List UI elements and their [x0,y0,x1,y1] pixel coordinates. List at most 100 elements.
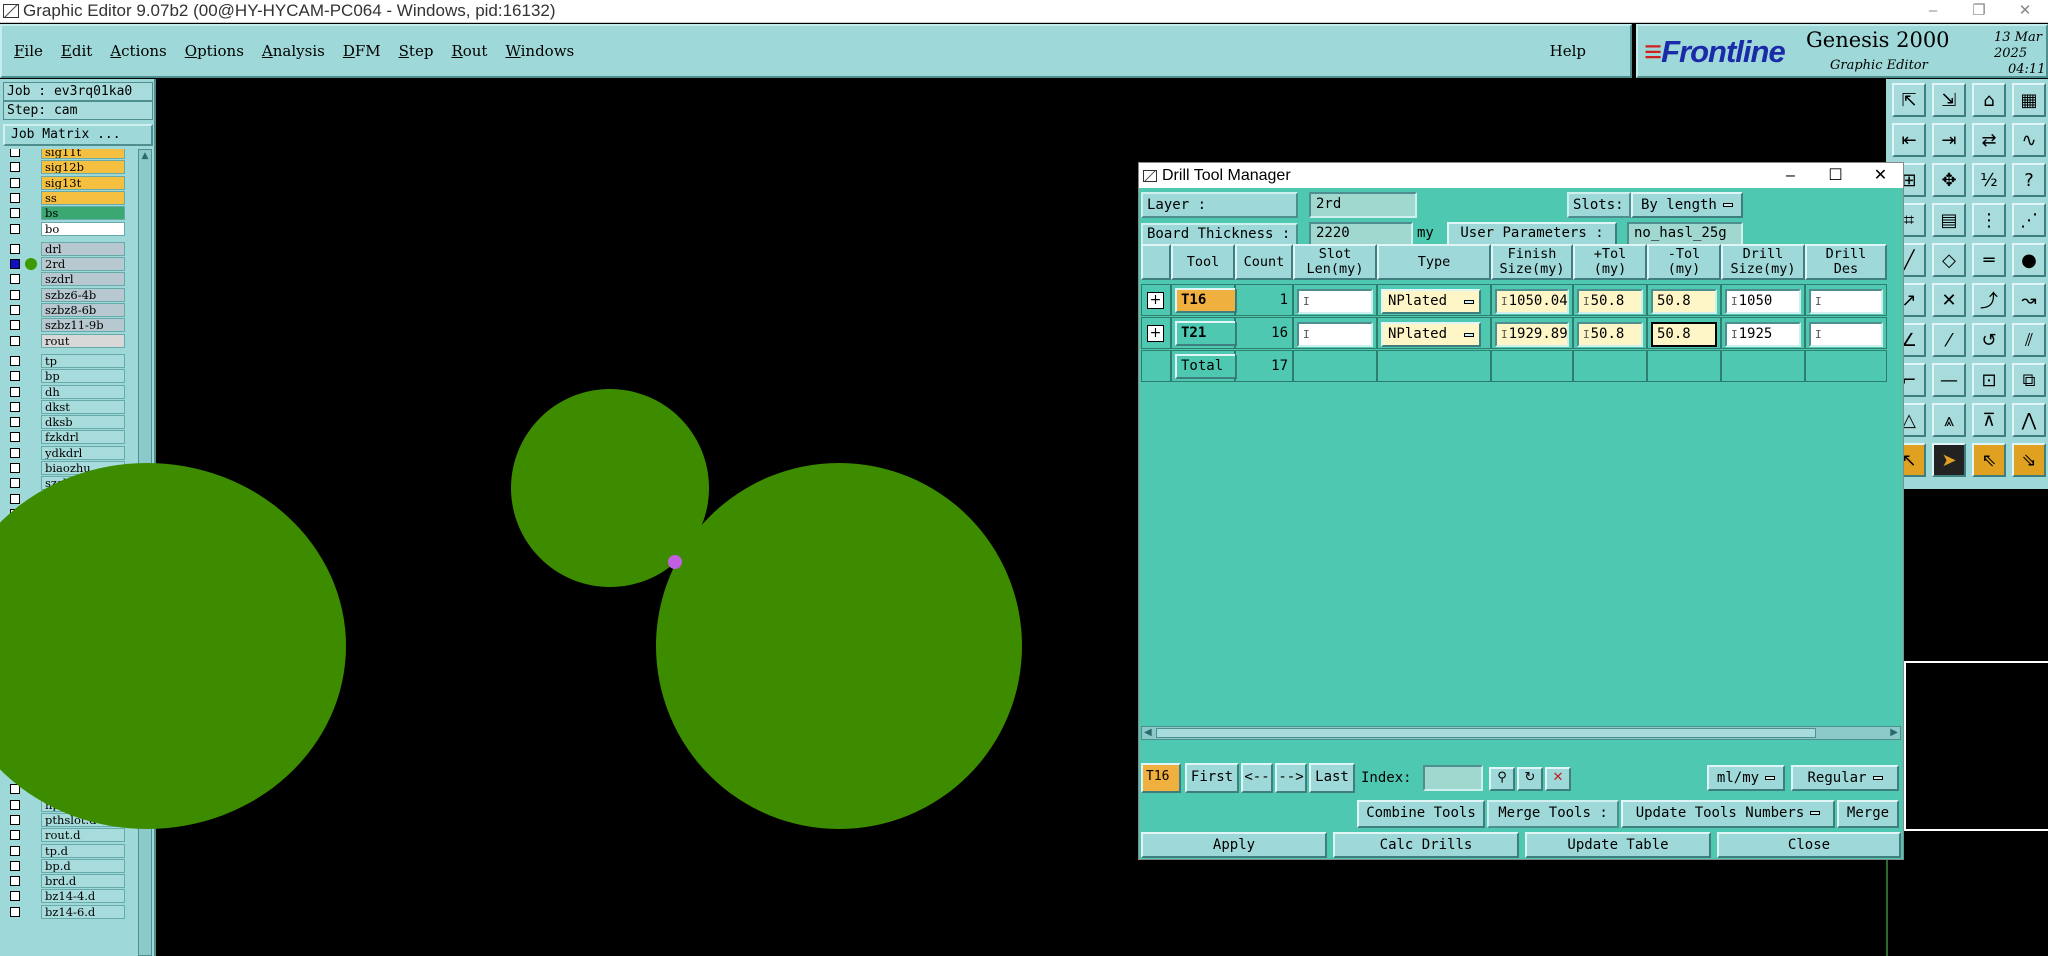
slot-len-field[interactable] [1297,289,1373,314]
apply-button[interactable]: Apply [1141,832,1327,858]
drill-size-field[interactable]: 1050 [1725,289,1801,314]
pointer3-icon[interactable]: ⇘ [2012,443,2046,477]
merge-tools-dropdown[interactable]: Update Tools Numbers [1621,800,1835,828]
layer-checkbox[interactable] [10,432,20,443]
layer-checkbox[interactable] [10,335,20,346]
layer-checkbox[interactable] [10,860,20,871]
column-header[interactable]: Drill Des [1805,244,1887,280]
layer-name[interactable]: ydkdrl [41,445,125,460]
layer-checkbox[interactable] [10,243,20,254]
layer-name[interactable]: sig13t [41,175,125,190]
ruler-icon[interactable]: ═ [1972,243,2006,277]
home-icon[interactable]: ⌂ [1972,83,2006,117]
column-header[interactable]: -Tol (my) [1647,244,1721,280]
menu-file[interactable]: File [14,42,43,60]
layer-name[interactable]: dkst [41,399,125,414]
snap-icon[interactable]: ⋮ [1972,203,2006,237]
layer-name[interactable]: bo [41,221,125,236]
restore-icon[interactable]: ❐ [1956,0,2002,22]
expand-row-icon[interactable]: + [1147,325,1164,342]
layer-row[interactable]: szbz11-9b [3,318,135,333]
pad-icon[interactable]: ● [2012,243,2046,277]
layer-checkbox[interactable] [10,401,20,412]
menu-windows[interactable]: Windows [505,42,574,60]
type-dropdown[interactable]: NPlated [1381,289,1481,314]
layer-row[interactable]: ydkdrl [3,445,135,461]
menu-actions[interactable]: Actions [110,42,166,60]
layer-row[interactable]: bo [3,221,135,237]
type-dropdown[interactable]: NPlated [1381,322,1481,347]
segment-icon[interactable]: ⁄ [1932,323,1966,357]
open-icon[interactable]: ⇱ [1892,83,1926,117]
layer-row[interactable]: bz14-4.d [3,889,135,904]
layer-row[interactable]: sig11t [3,149,135,160]
box-icon[interactable]: ⊡ [1972,363,2006,397]
drill-des-field[interactable] [1809,322,1883,347]
scroll-right-icon[interactable]: ▶ [1890,727,1898,739]
first-button[interactable]: First [1185,763,1239,793]
layer-name[interactable]: szdrl [41,272,125,287]
pointer2-icon[interactable]: ⇖ [1972,443,2006,477]
expand-row-icon[interactable]: + [1147,292,1164,309]
layer-row[interactable]: fzkdrl [3,430,135,445]
layer-name[interactable]: drl [41,241,125,256]
layer-name[interactable]: rout.d [41,828,125,843]
index-field[interactable] [1423,765,1483,791]
layer-checkbox[interactable] [10,320,20,331]
layer-name[interactable]: tp [41,353,125,368]
layer-name[interactable]: tp.d [41,843,125,858]
layer-name[interactable]: 2rd [41,257,125,272]
tool-name-button[interactable]: T16 [1175,288,1237,313]
layer-field[interactable]: 2rd [1309,192,1417,218]
layer-checkbox[interactable] [10,305,20,315]
next-button[interactable]: --> [1275,763,1307,793]
user-parameters-button[interactable]: User Parameters : [1447,222,1617,246]
finish-size-field[interactable]: 1050.04 [1495,289,1569,314]
ratio-icon[interactable]: ½ [1972,163,2006,197]
layer-row[interactable]: rout [3,333,135,349]
drill-size-field[interactable]: 1925 [1725,322,1801,347]
menu-analysis[interactable]: Analysis [262,42,325,60]
layer-checkbox[interactable] [10,493,20,504]
column-header[interactable]: Slot Len(my) [1293,244,1377,280]
tool-name-button[interactable]: T21 [1175,321,1237,346]
copy-icon[interactable]: ⧉ [2012,363,2046,397]
plus-tol-field[interactable]: 50.8 [1577,289,1643,314]
tri3-icon[interactable]: ⊼ [1972,403,2006,437]
layer-row[interactable]: ss [3,190,135,206]
connect-icon[interactable]: ⤴ [1972,283,2006,317]
refresh-icon[interactable]: ↻ [1517,767,1543,791]
layer-name[interactable]: ss [41,190,125,205]
layer-row[interactable]: drl [3,241,135,257]
layer-checkbox[interactable] [10,259,20,270]
layer-row[interactable]: bp.d [3,858,135,874]
layer-checkbox[interactable] [10,417,20,428]
layout-icon[interactable]: ▦ [2012,83,2046,117]
layer-checkbox[interactable] [10,149,20,157]
column-header[interactable]: Tool [1171,244,1235,280]
layer-checkbox[interactable] [10,208,20,219]
grid-icon[interactable]: ▤ [1932,203,1966,237]
layer-name[interactable]: szbz6-4b [41,287,125,302]
layer-checkbox[interactable] [10,386,20,397]
layer-checkbox[interactable] [10,289,20,300]
layer-name[interactable]: bz14-6.d [41,904,125,919]
pointer-icon[interactable]: ➤ [1932,443,1966,477]
layer-name[interactable]: dh [41,384,125,399]
menu-dfm[interactable]: DFM [343,42,381,60]
layer-row[interactable]: bz14-6.d [3,904,135,920]
layer-name[interactable]: bz14-4.d [41,889,125,904]
layer-name[interactable]: rout [41,333,125,348]
layer-checkbox[interactable] [10,223,20,234]
layer-name[interactable]: sig12b [41,160,125,175]
layer-checkbox[interactable] [10,463,20,473]
close-icon[interactable]: ✕ [2002,0,2048,22]
layer-name[interactable]: bp.d [41,858,125,873]
minimize-icon[interactable]: – [1768,163,1813,188]
layer-name[interactable]: szbz11-9b [41,318,125,333]
column-header[interactable]: +Tol (my) [1573,244,1647,280]
layer-row[interactable]: szbz8-6b [3,303,135,318]
close-icon[interactable]: ✕ [1858,163,1903,188]
layer-row[interactable]: dh [3,384,135,400]
layer-checkbox[interactable] [10,799,20,810]
